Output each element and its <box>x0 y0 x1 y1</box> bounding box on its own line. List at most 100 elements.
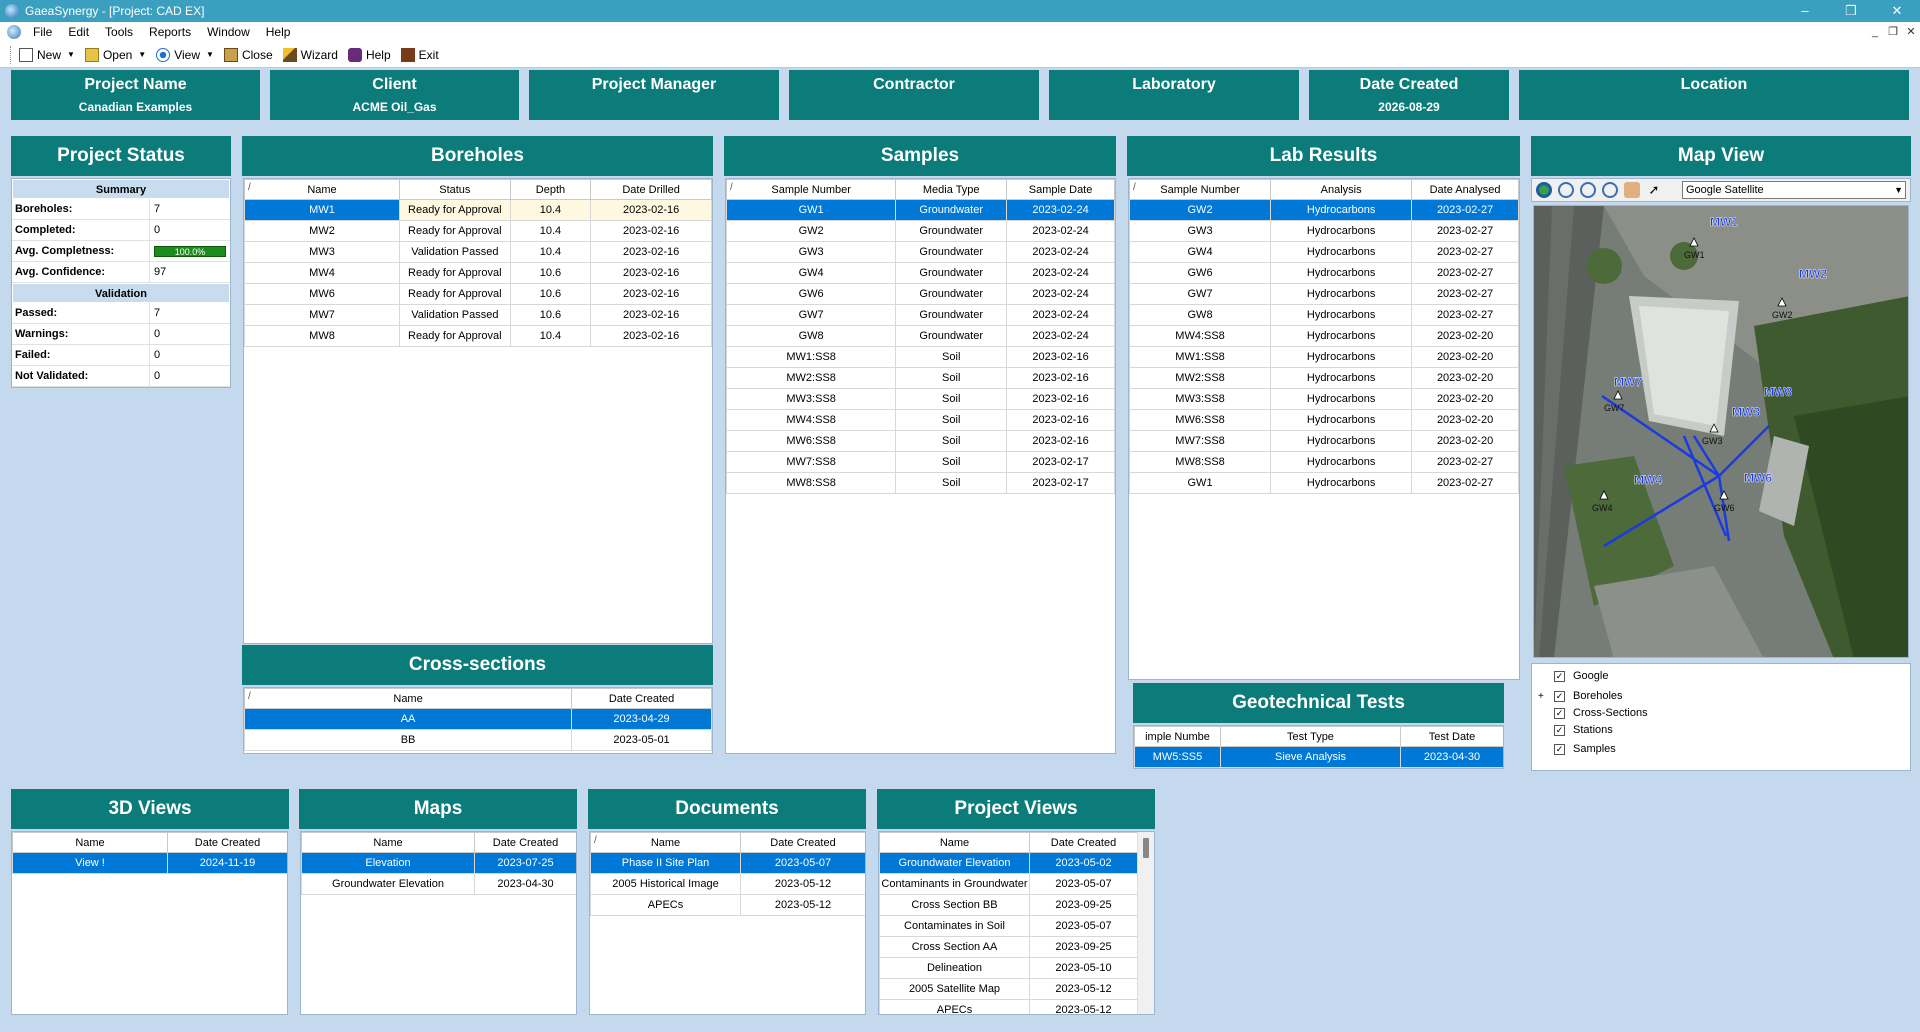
table-cell[interactable]: 2023-05-07 <box>740 852 865 874</box>
table-row[interactable]: APECs 2023-05-12 <box>590 894 865 916</box>
table-cell[interactable]: GW6 <box>1129 262 1272 284</box>
zoom-in-icon[interactable] <box>1558 182 1574 198</box>
table-cell[interactable]: Hydrocarbons <box>1270 430 1413 452</box>
pointer-icon[interactable]: ➚ <box>1646 182 1662 198</box>
cross-sections-title[interactable]: Cross-sections <box>242 645 713 685</box>
table-cell[interactable]: Soil <box>895 367 1008 389</box>
table-cell[interactable]: GW6 <box>726 283 897 305</box>
table-row[interactable]: MW8 Ready for Approval 10.4 2023-02-16 <box>244 325 712 347</box>
basemap-select[interactable]: Google Satellite ▼ <box>1682 181 1906 199</box>
table-cell[interactable]: GW4 <box>726 262 897 284</box>
project-views-title[interactable]: Project Views <box>877 789 1155 829</box>
table-row[interactable]: Delineation 2023-05-10 <box>879 957 1138 979</box>
table-cell[interactable]: 2023-04-30 <box>1400 746 1503 768</box>
table-row[interactable]: View ! 2024-11-19 <box>12 852 287 874</box>
table-cell[interactable]: AA <box>244 708 573 730</box>
table-cell[interactable]: 2023-02-27 <box>1411 451 1519 473</box>
boreholes-title[interactable]: Boreholes <box>242 136 713 176</box>
mdi-restore-button[interactable]: ❐ <box>1884 22 1902 42</box>
table-cell[interactable]: 2023-02-24 <box>1006 283 1115 305</box>
table-cell[interactable]: MW7 <box>244 304 400 326</box>
table-row[interactable]: Cross Section BB 2023-09-25 <box>879 894 1138 916</box>
table-cell[interactable]: Groundwater Elevation <box>301 873 475 895</box>
table-cell[interactable]: 2023-05-12 <box>1029 978 1138 1000</box>
table-cell[interactable]: 10.4 <box>509 325 592 347</box>
table-cell[interactable]: 2005 Satellite Map <box>879 978 1030 1000</box>
sort-corner-icon[interactable]: / <box>248 182 251 193</box>
table-row[interactable]: GW1 Groundwater 2023-02-24 <box>726 199 1115 221</box>
table-cell[interactable]: 2023-05-01 <box>571 729 712 751</box>
table-cell[interactable]: GW7 <box>1129 283 1272 305</box>
table-cell[interactable]: 2023-05-12 <box>740 894 865 916</box>
new-button[interactable]: New ▼ <box>19 47 75 62</box>
table-cell[interactable]: 2023-02-27 <box>1411 262 1519 284</box>
table-cell[interactable]: Hydrocarbons <box>1270 283 1413 305</box>
table-row[interactable]: GW7 Groundwater 2023-02-24 <box>726 304 1115 326</box>
column-header[interactable]: Name <box>301 832 475 853</box>
scroll-thumb[interactable] <box>1143 838 1149 858</box>
table-cell[interactable]: 2023-05-12 <box>740 873 865 895</box>
table-cell[interactable]: MW3 <box>244 241 400 263</box>
table-cell[interactable]: 2023-02-17 <box>1006 472 1115 494</box>
table-cell[interactable]: Hydrocarbons <box>1270 262 1413 284</box>
column-header[interactable]: Test Date <box>1400 726 1503 747</box>
column-header[interactable]: imple Numbe <box>1134 726 1221 747</box>
column-header[interactable]: Date Analysed <box>1411 179 1519 200</box>
column-header[interactable]: / Name <box>244 688 573 709</box>
exit-button[interactable]: Exit <box>400 47 439 62</box>
checkbox-checked-icon[interactable]: ✓ <box>1554 670 1565 682</box>
table-cell[interactable]: 2005 Historical Image <box>590 873 741 895</box>
table-cell[interactable]: Groundwater Elevation <box>879 852 1030 874</box>
table-cell[interactable]: MW2 <box>244 220 400 242</box>
table-row[interactable]: Cross Section AA 2023-09-25 <box>879 936 1138 958</box>
table-row[interactable]: AA 2023-04-29 <box>244 708 712 730</box>
table-cell[interactable]: GW8 <box>726 325 897 347</box>
table-cell[interactable]: GW2 <box>1129 199 1272 221</box>
sort-corner-icon[interactable]: / <box>730 182 733 193</box>
table-cell[interactable]: GW1 <box>1129 472 1272 494</box>
table-cell[interactable]: 2023-02-24 <box>1006 199 1115 221</box>
column-header[interactable]: / Sample Number <box>1129 179 1272 200</box>
location-card[interactable]: Location <box>1519 70 1909 120</box>
table-cell[interactable]: Groundwater <box>895 325 1008 347</box>
mdi-close-button[interactable]: ✕ <box>1902 22 1920 42</box>
table-cell[interactable]: 2023-05-12 <box>1029 999 1138 1014</box>
column-header[interactable]: Date Created <box>740 832 865 853</box>
table-cell[interactable]: 2023-09-25 <box>1029 894 1138 916</box>
table-cell[interactable]: Delineation <box>879 957 1030 979</box>
document-icon[interactable] <box>7 25 21 39</box>
table-cell[interactable]: 2023-04-30 <box>474 873 576 895</box>
table-cell[interactable]: Soil <box>895 388 1008 410</box>
table-cell[interactable]: Cross Section BB <box>879 894 1030 916</box>
table-cell[interactable]: 2023-02-24 <box>1006 304 1115 326</box>
table-cell[interactable]: MW4:SS8 <box>1129 325 1272 347</box>
documents-title[interactable]: Documents <box>588 789 866 829</box>
table-cell[interactable]: 2023-02-24 <box>1006 262 1115 284</box>
table-cell[interactable]: 2023-02-20 <box>1411 346 1519 368</box>
table-row[interactable]: Contaminants in Groundwater 2023-05-07 <box>879 873 1138 895</box>
layer-stations[interactable]: ✓ Stations <box>1554 724 1613 736</box>
chevron-down-icon[interactable]: ▼ <box>206 50 214 59</box>
table-cell[interactable]: Hydrocarbons <box>1270 472 1413 494</box>
satellite-map[interactable]: MW1 MW2 MW7 MW8 MW3 MW4 MW6 GW1 GW2 GW7 … <box>1534 206 1909 658</box>
table-cell[interactable]: MW7:SS8 <box>726 451 897 473</box>
pan-hand-icon[interactable] <box>1624 182 1640 198</box>
table-cell[interactable]: 10.6 <box>509 304 592 326</box>
table-cell[interactable]: GW7 <box>726 304 897 326</box>
table-cell[interactable]: BB <box>244 729 573 751</box>
table-row[interactable]: GW6 Groundwater 2023-02-24 <box>726 283 1115 305</box>
table-row[interactable]: GW8 Hydrocarbons 2023-02-27 <box>1129 304 1519 326</box>
table-cell[interactable]: 2023-02-20 <box>1411 430 1519 452</box>
table-cell[interactable]: 2023-02-16 <box>1006 430 1115 452</box>
help-button[interactable]: Help <box>347 47 391 62</box>
checkbox-checked-icon[interactable]: ✓ <box>1554 724 1565 736</box>
table-cell[interactable]: MW4:SS8 <box>726 409 897 431</box>
zoom-out-icon[interactable] <box>1580 182 1596 198</box>
map-canvas[interactable]: MW1 MW2 MW7 MW8 MW3 MW4 MW6 GW1 GW2 GW7 … <box>1533 205 1909 658</box>
table-row[interactable]: Elevation 2023-07-25 <box>301 852 576 874</box>
project-name-card[interactable]: Project Name Canadian Examples <box>11 70 260 120</box>
table-cell[interactable]: Groundwater <box>895 304 1008 326</box>
menu-file[interactable]: File <box>25 25 60 39</box>
column-header[interactable]: Date Created <box>167 832 287 853</box>
table-cell[interactable]: Hydrocarbons <box>1270 241 1413 263</box>
